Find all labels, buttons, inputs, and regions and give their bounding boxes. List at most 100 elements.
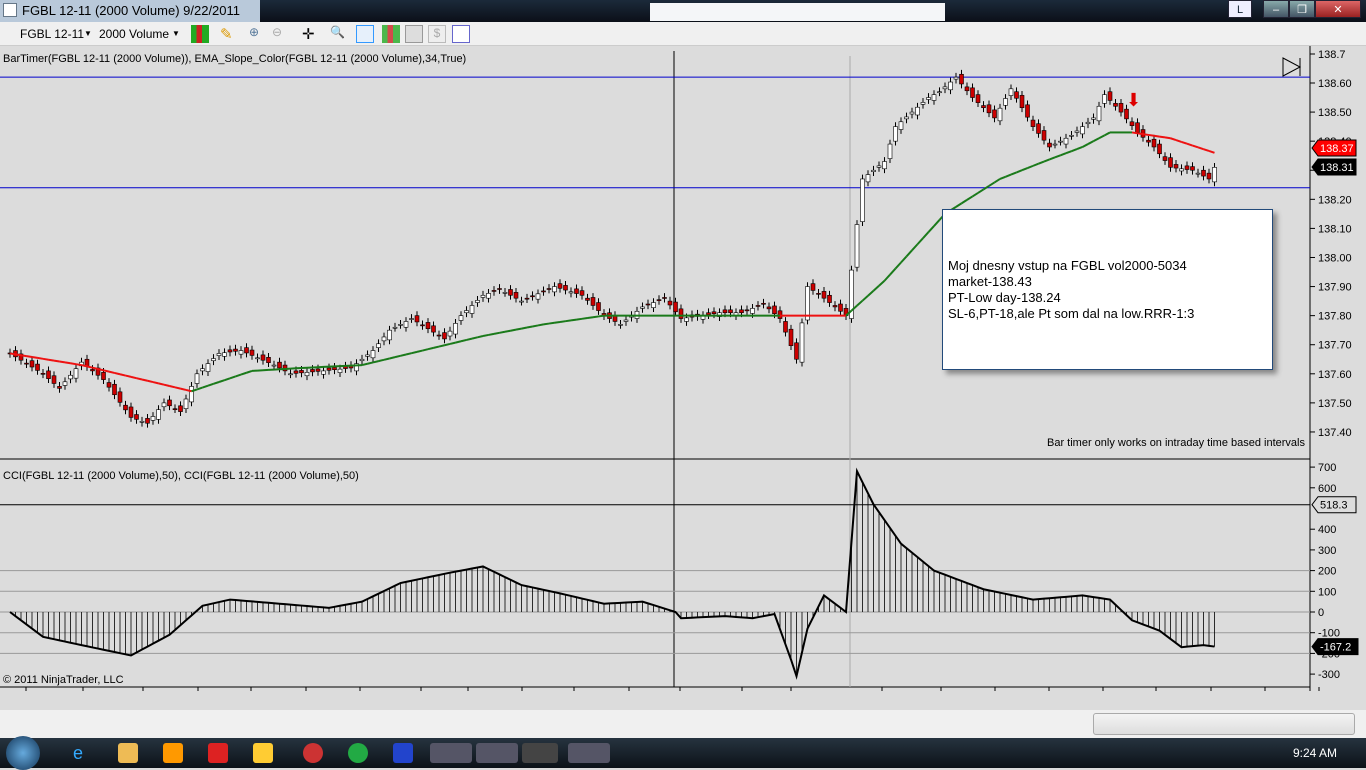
- dollar-icon[interactable]: $: [428, 25, 446, 43]
- ninjatrader-task[interactable]: [568, 743, 610, 763]
- candle: [437, 335, 441, 336]
- task-button[interactable]: [476, 743, 518, 763]
- ema-segment: [467, 339, 473, 340]
- clock[interactable]: 9:24 AM: [1293, 746, 1337, 760]
- candle: [393, 327, 397, 328]
- chart-style-icon[interactable]: [191, 25, 209, 43]
- ema-segment: [544, 324, 550, 325]
- window-title: FGBL 12-11 (2000 Volume) 9/22/2011: [22, 3, 240, 18]
- candle: [30, 361, 34, 367]
- candle: [987, 105, 991, 113]
- candle: [41, 373, 45, 374]
- candle: [190, 386, 194, 402]
- instrument-selector[interactable]: FGBL 12-11: [20, 25, 84, 43]
- candle: [1108, 92, 1112, 101]
- candle: [1026, 105, 1030, 117]
- candle: [839, 304, 843, 311]
- candle: [1042, 130, 1046, 140]
- candle: [1053, 144, 1057, 145]
- save-icon[interactable]: [393, 743, 413, 763]
- cci-tick-label: -300: [1318, 669, 1340, 681]
- search-icon[interactable]: 🔍: [330, 25, 348, 43]
- candle: [1191, 167, 1195, 171]
- ema-segment: [208, 384, 214, 386]
- candle: [129, 407, 133, 417]
- task-button[interactable]: [522, 743, 558, 763]
- ema-segment: [181, 389, 187, 390]
- ema-segment: [890, 269, 896, 275]
- candle: [201, 369, 205, 371]
- ema-segment: [874, 286, 880, 291]
- cci-tick-label: 400: [1318, 524, 1336, 536]
- ema-segment: [82, 365, 88, 366]
- scroll-thumb[interactable]: [1093, 713, 1355, 735]
- ema-segment: [896, 263, 902, 269]
- zoom-in-icon[interactable]: ⊕: [249, 25, 267, 43]
- candle: [932, 95, 936, 101]
- candle: [316, 369, 320, 371]
- cci-tick-label: 600: [1318, 483, 1336, 495]
- ema-segment: [929, 226, 935, 232]
- app-icon[interactable]: [208, 743, 228, 763]
- ema-segment: [956, 203, 962, 206]
- candle: [1163, 157, 1167, 161]
- horizontal-scrollbar[interactable]: [0, 710, 1366, 738]
- ema-segment: [863, 296, 869, 301]
- ema-segment: [120, 374, 126, 375]
- candle: [580, 291, 584, 296]
- layout-button[interactable]: L: [1228, 0, 1252, 18]
- minimize-button[interactable]: ‒: [1263, 0, 1289, 18]
- pencil-draw-icon[interactable]: ✎: [220, 25, 238, 43]
- ema-segment: [1209, 151, 1215, 153]
- utorrent-icon[interactable]: [348, 743, 368, 763]
- note-line: PT-Low day-138.24: [948, 290, 1272, 306]
- candle: [586, 298, 590, 300]
- ema-segment: [1160, 137, 1166, 138]
- crosshair-icon[interactable]: ✛: [302, 25, 320, 43]
- candle: [107, 383, 111, 388]
- restore-button[interactable]: ❐: [1289, 0, 1315, 18]
- candle: [300, 370, 304, 372]
- text-annotation[interactable]: Moj dnesny vstup na FGBL vol2000-5034 ma…: [942, 209, 1273, 370]
- interval-selector[interactable]: 2000 Volume: [99, 25, 169, 43]
- ema-segment: [164, 385, 170, 386]
- candle: [619, 324, 623, 325]
- candle: [1064, 138, 1068, 144]
- candle: [1130, 122, 1134, 126]
- indicators-icon[interactable]: [382, 25, 400, 43]
- ema-segment: [214, 382, 220, 384]
- start-button[interactable]: [6, 736, 40, 770]
- zoom-out-icon[interactable]: ⊖: [272, 25, 290, 43]
- strategies-icon[interactable]: [405, 25, 423, 43]
- firefox-task[interactable]: [430, 743, 472, 763]
- app-icon[interactable]: [253, 743, 273, 763]
- candle: [267, 357, 271, 362]
- close-button[interactable]: ✕: [1315, 0, 1361, 18]
- candle: [322, 371, 326, 374]
- bar-timer-icon[interactable]: [356, 25, 374, 43]
- candle: [762, 303, 766, 304]
- candle: [745, 310, 749, 311]
- candle: [1202, 170, 1206, 176]
- ema-segment: [16, 354, 22, 355]
- candle: [822, 291, 826, 298]
- ema-segment: [582, 318, 588, 319]
- ema-segment: [1182, 142, 1188, 144]
- folder-icon[interactable]: [118, 743, 138, 763]
- ema-segment: [38, 358, 44, 359]
- ema-segment: [1044, 159, 1050, 161]
- candle: [432, 326, 436, 332]
- candle: [1152, 139, 1156, 147]
- candle: [206, 364, 210, 372]
- ie-icon[interactable]: e: [73, 743, 93, 763]
- price-panel-label: BarTimer(FGBL 12-11 (2000 Volume)), EMA_…: [3, 53, 466, 65]
- media-player-icon[interactable]: [163, 743, 183, 763]
- ema-segment: [1077, 147, 1083, 149]
- ema-segment: [450, 343, 456, 344]
- candle: [278, 362, 282, 368]
- app-icon[interactable]: [303, 743, 323, 763]
- properties-icon[interactable]: [452, 25, 470, 43]
- ema-segment: [131, 377, 137, 378]
- ema-segment: [1138, 133, 1144, 134]
- ninjatrader-chart-icon: [3, 3, 17, 17]
